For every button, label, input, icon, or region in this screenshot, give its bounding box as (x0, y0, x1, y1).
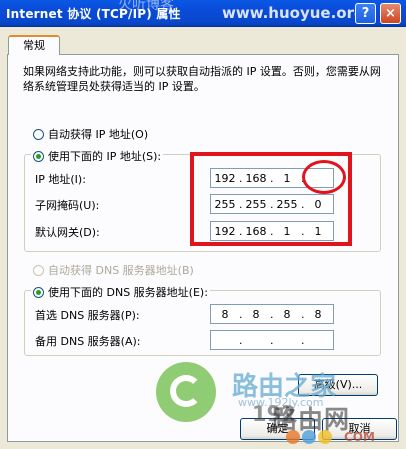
octet: 8 (283, 307, 291, 321)
radio-manual-dns-label: 使用下面的 DNS 服务器地址(E): (48, 286, 208, 299)
radio-auto-ip[interactable]: 自动获得 IP 地址(O) (33, 126, 148, 142)
radio-manual-dns-button[interactable] (33, 286, 44, 298)
help-icon: ? (361, 6, 370, 21)
ip-address-label: IP 地址(I): (35, 173, 86, 186)
preferred-dns-label: 首选 DNS 服务器(P): (35, 309, 140, 322)
radio-manual-ip[interactable]: 使用下面的 IP 地址(S): (31, 148, 164, 164)
octet: 8 (252, 307, 260, 321)
radio-auto-dns[interactable]: 自动获得 DNS 服务器地址(B) (33, 262, 194, 278)
preferred-dns-input[interactable]: 8. 8. 8. 8 (210, 304, 334, 324)
subnet-mask-label: 子网掩码(U): (35, 199, 100, 212)
octet: 8 (314, 307, 322, 321)
help-button[interactable]: ? (355, 3, 376, 24)
watermark-blog: 火听博客 (118, 0, 174, 13)
dot-orange (286, 430, 300, 444)
close-button[interactable]: × (380, 3, 401, 24)
radio-manual-ip-label: 使用下面的 IP 地址(S): (48, 150, 162, 163)
watermark-url: www.huoyue.org (222, 4, 365, 22)
watermark-logo-swirl-icon (170, 375, 202, 407)
radio-manual-dns[interactable]: 使用下面的 DNS 服务器地址(E): (31, 284, 210, 300)
close-icon: × (385, 6, 396, 21)
watermark-logo-tld: COM (344, 430, 375, 444)
description-text: 如果网络支持此功能，则可以获取自动指派的 IP 设置。否则，您需要从网络系统管理… (23, 65, 381, 93)
alternate-dns-input[interactable]: . . . (210, 330, 334, 350)
title-bar[interactable]: Internet 协议 (TCP/IP) 属性 火听博客 www.huoyue.… (0, 0, 406, 27)
radio-manual-ip-button[interactable] (33, 150, 44, 162)
watermark-logo-dots (286, 430, 332, 444)
tab-general[interactable]: 常规 (8, 35, 60, 55)
highlight-ellipse (302, 160, 346, 194)
dot-blue (302, 430, 316, 444)
alternate-dns-label: 备用 DNS 服务器(A): (35, 335, 141, 348)
radio-auto-dns-button[interactable] (33, 264, 44, 276)
radio-auto-dns-label: 自动获得 DNS 服务器地址(B) (48, 264, 194, 277)
dot-yellow (318, 430, 332, 444)
default-gateway-label: 默认网关(D): (35, 226, 100, 239)
radio-auto-ip-button[interactable] (33, 128, 44, 140)
octet: 8 (221, 307, 229, 321)
radio-auto-ip-label: 自动获得 IP 地址(O) (48, 128, 149, 141)
